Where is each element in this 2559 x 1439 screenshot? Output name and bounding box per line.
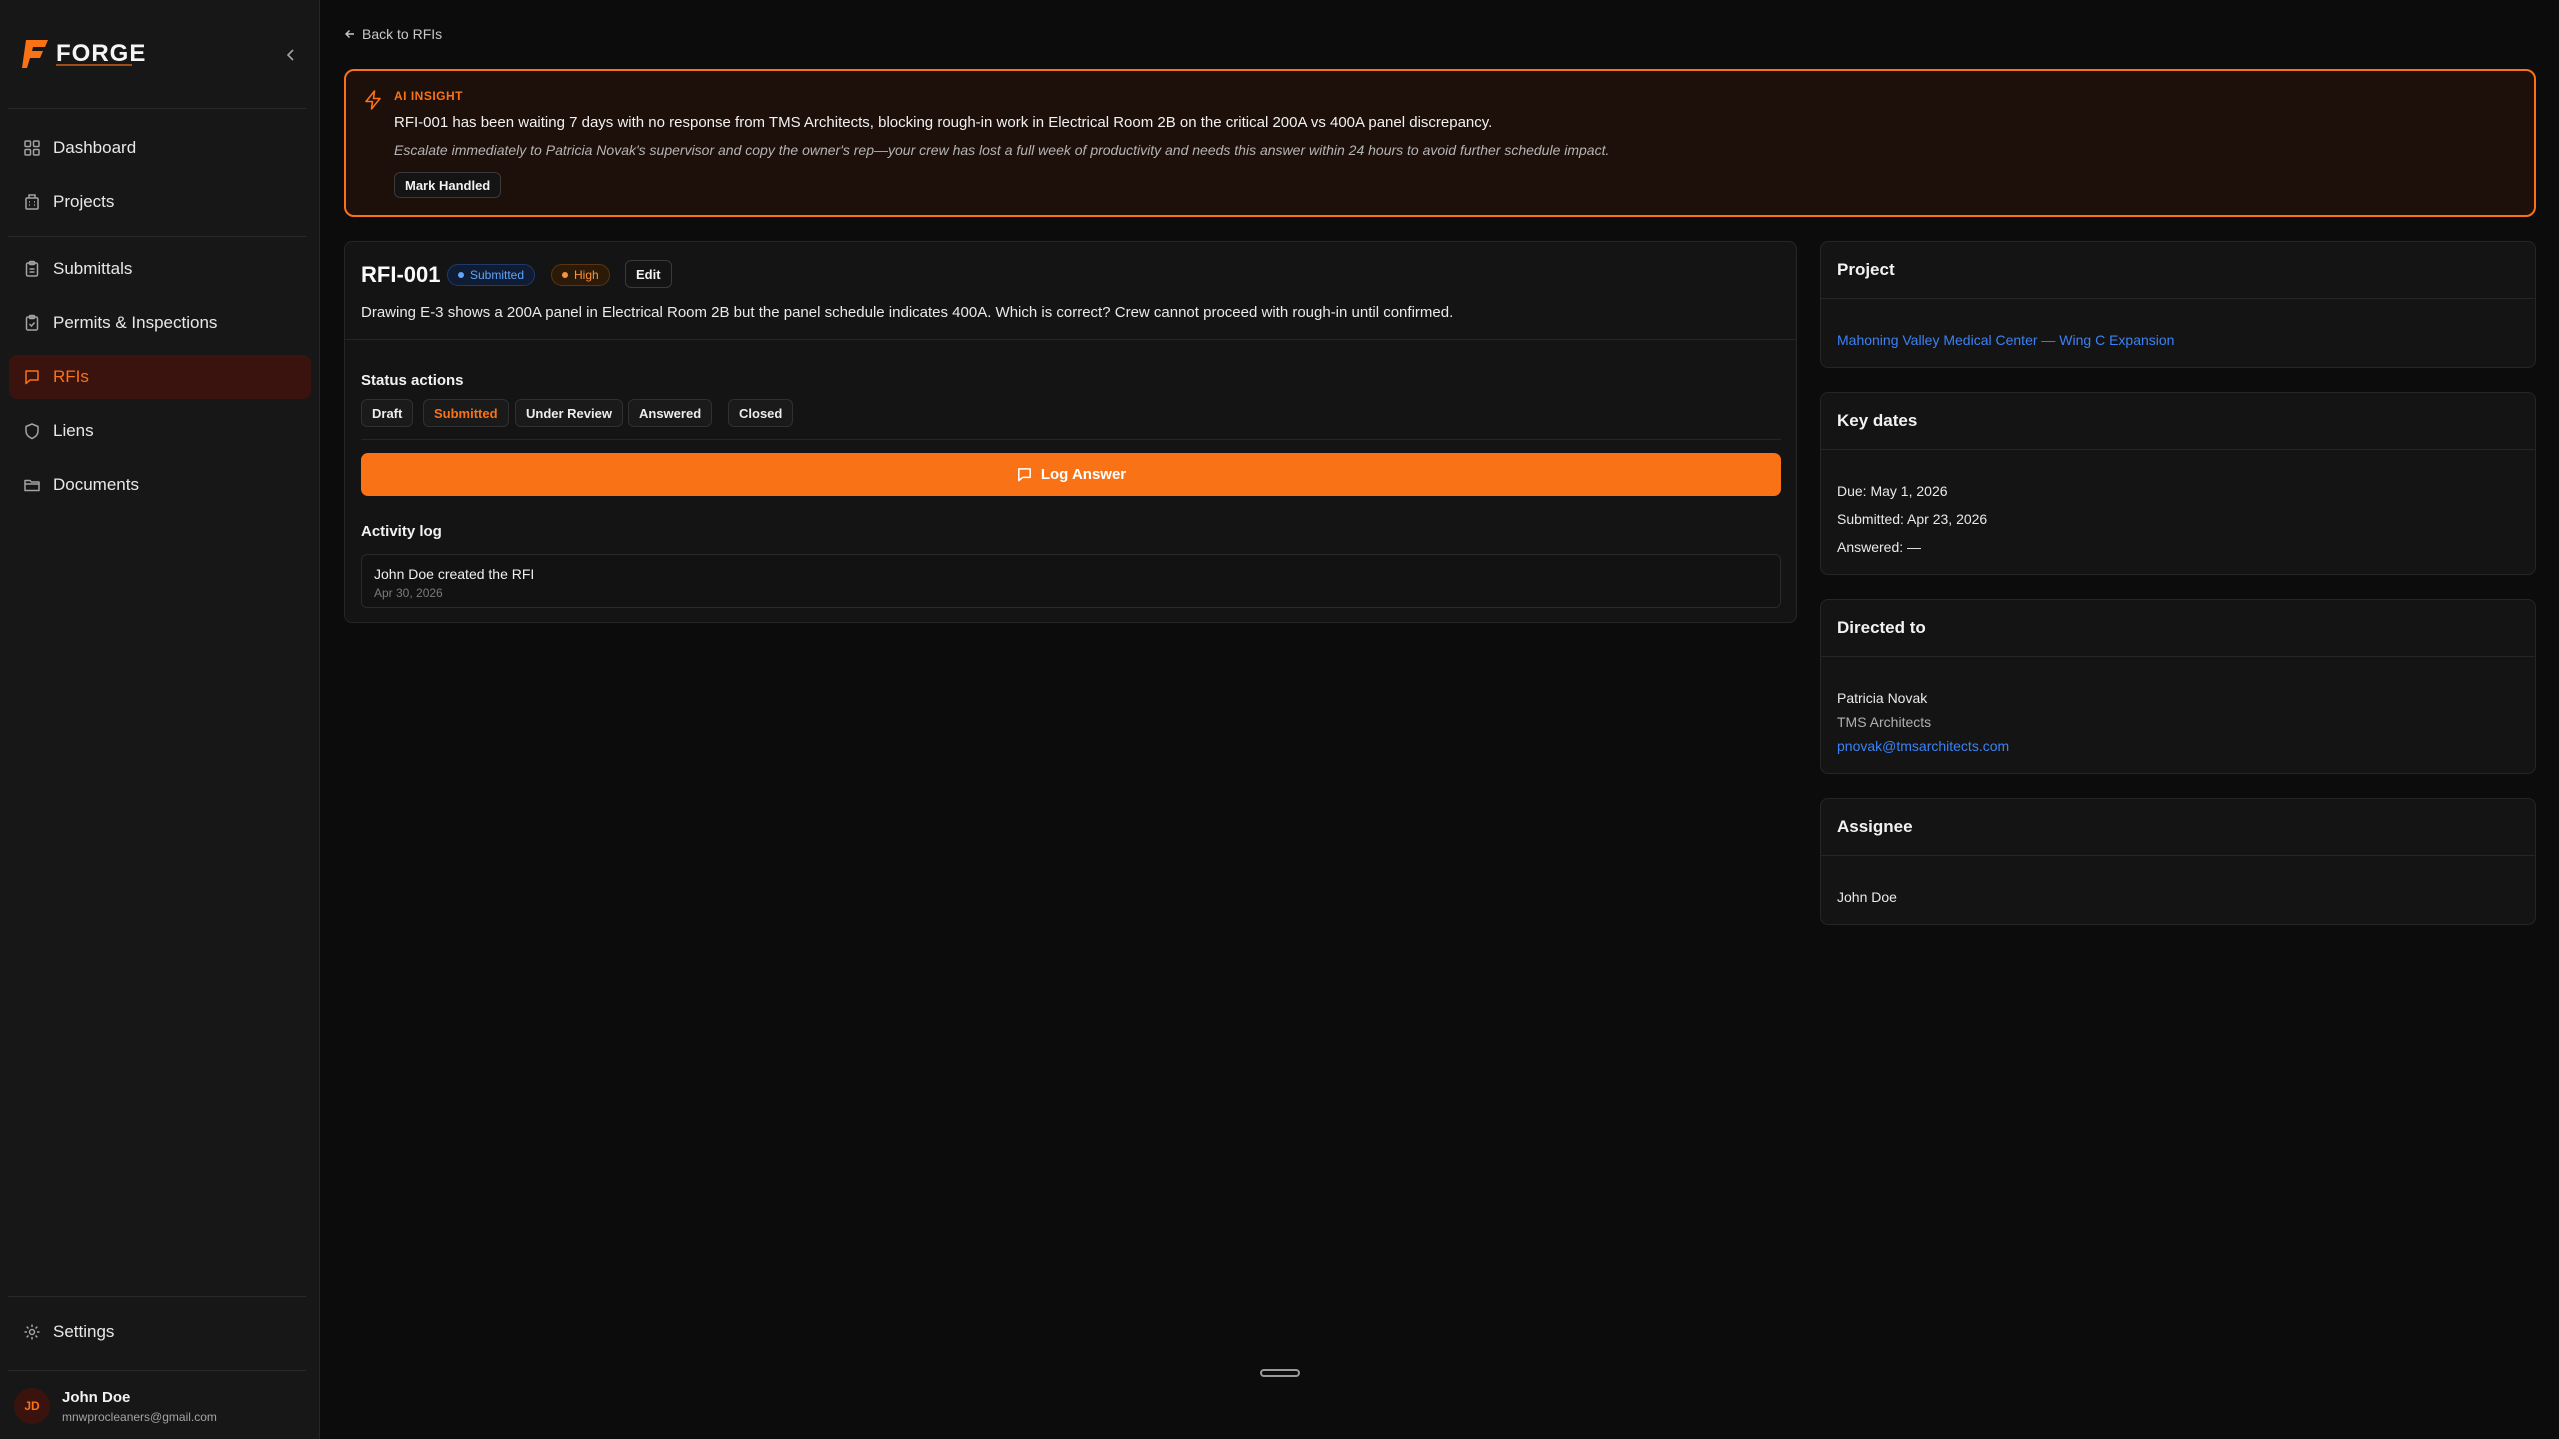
forge-logo-icon [22,40,48,68]
sidebar-item-label: RFIs [53,367,89,386]
status-button-draft[interactable]: Draft [361,399,414,427]
status-dot [458,272,464,278]
avatar: JD [14,1388,50,1424]
project-link[interactable]: Mahoning Valley Medical Center — Wing C … [1837,332,2174,348]
user-profile[interactable]: JD John Doe mnwprocleaners@gmail.com [14,1388,217,1424]
sidebar-item-label: Dashboard [53,138,137,157]
sidebar-item-label: Permits & Inspections [53,313,218,332]
clipboard-check-icon [25,314,39,331]
card-divider [1821,656,2535,657]
sidebar-item-rfis[interactable]: RFIs [9,355,311,399]
sidebar-item-liens[interactable]: Liens [9,409,311,453]
assignee-name: John Doe [1837,889,1897,905]
status-button-submitted[interactable]: Submitted [423,399,509,427]
sidebar-item-dashboard[interactable]: Dashboard [9,126,311,170]
sidebar: FORGE Dashboard Projects Submittals Perm… [0,0,320,1439]
rfi-question: Drawing E-3 shows a 200A panel in Electr… [361,304,1454,321]
insight-message: RFI-001 has been waiting 7 days with no … [394,114,1493,131]
arrow-left-icon [345,30,354,38]
assignee-title: Assignee [1837,817,1913,836]
logo-underline [56,64,132,66]
sidebar-divider [8,1370,306,1371]
rfi-number: RFI-001 [361,262,441,287]
contact-name: Patricia Novak [1837,690,1928,706]
clipboard-icon [25,260,39,277]
sidebar-item-documents[interactable]: Documents [9,463,311,507]
gear-icon [24,1324,40,1340]
sidebar-item-label: Submittals [53,259,133,278]
answered-date: Answered: — [1837,539,1922,555]
log-answer-label: Log Answer [1040,466,1127,483]
contact-email-link[interactable]: pnovak@tmsarchitects.com [1837,738,2009,754]
directed-to-title: Directed to [1837,618,1926,637]
insight-recommendation: Escalate immediately to Patricia Novak's… [394,142,1610,158]
edit-button[interactable]: Edit [625,260,672,288]
status-badge: Submitted [447,264,536,286]
sidebar-divider [8,1296,306,1297]
sidebar-item-label: Liens [53,421,94,440]
sidebar-item-label: Documents [53,475,139,494]
scroll-handle[interactable] [1260,1369,1300,1377]
back-link-label: Back to RFIs [362,26,443,42]
directed-to-card: Directed to Patricia Novak TMS Architect… [1820,599,2536,774]
priority-dot [562,272,568,278]
submitted-date: Submitted: Apr 23, 2026 [1837,511,1988,527]
status-button-under-review[interactable]: Under Review [515,399,623,427]
status-badge-label: Submitted [470,268,525,282]
assignee-card: Assignee John Doe [1820,798,2536,925]
activity-date: Apr 30, 2026 [374,586,443,600]
status-button-answered[interactable]: Answered [628,399,713,427]
chevron-left-icon [286,49,294,61]
activity-log-label: Activity log [361,523,442,540]
mark-handled-button[interactable]: Mark Handled [394,172,502,198]
contact-company: TMS Architects [1837,714,1932,730]
status-button-closed[interactable]: Closed [728,399,794,427]
message-square-icon [1017,468,1031,482]
user-name: John Doe [62,1388,131,1406]
priority-badge-label: High [574,268,599,282]
sidebar-item-label: Projects [53,192,115,211]
folder-icon [24,479,40,492]
sidebar-divider [8,108,306,109]
sidebar-divider [8,236,306,237]
due-date: Due: May 1, 2026 [1837,483,1948,499]
user-email: mnwprocleaners@gmail.com [62,1409,217,1424]
key-dates-card: Key dates Due: May 1, 2026 Submitted: Ap… [1820,392,2536,575]
project-card-title: Project [1837,260,1895,279]
project-card: Project Mahoning Valley Medical Center —… [1820,241,2536,368]
collapse-sidebar-button[interactable] [282,46,300,64]
sidebar-item-label: Settings [53,1322,115,1341]
activity-item: John Doe created the RFI Apr 30, 2026 [361,554,1781,608]
message-square-icon [25,370,39,385]
rfi-detail-card: RFI-001 Submitted High Edit Drawing E-3 … [344,241,1797,623]
sidebar-item-submittals[interactable]: Submittals [9,247,311,291]
sidebar-item-projects[interactable]: Projects [9,180,311,224]
card-divider [361,439,1781,440]
card-divider [345,339,1796,340]
status-actions-label: Status actions [361,372,464,389]
log-answer-button[interactable]: Log Answer [361,453,1781,496]
activity-text: John Doe created the RFI [374,566,535,582]
insight-label: AI INSIGHT [394,89,464,103]
building-icon [25,194,39,210]
card-divider [1821,855,2535,856]
card-divider [1821,298,2535,299]
ai-insight-banner: AI INSIGHT RFI-001 has been waiting 7 da… [344,69,2536,217]
lightning-bolt-icon [365,90,381,110]
card-divider [1821,449,2535,450]
priority-badge: High [551,264,610,286]
sidebar-item-settings[interactable]: Settings [9,1310,311,1354]
shield-icon [25,423,39,440]
sidebar-item-permits-inspections[interactable]: Permits & Inspections [9,301,311,345]
back-to-rfis-link[interactable]: Back to RFIs [344,26,442,42]
key-dates-title: Key dates [1837,411,1918,430]
grid-icon [24,140,40,156]
